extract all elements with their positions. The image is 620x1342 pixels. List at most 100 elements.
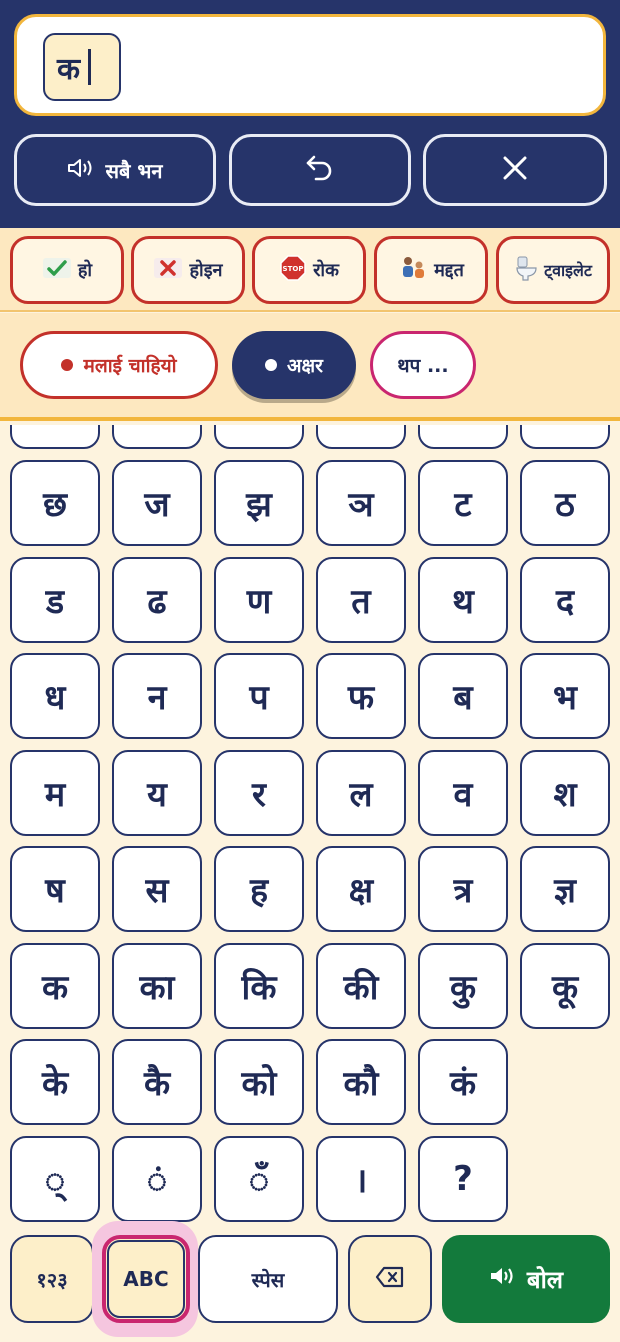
quick-phrase-help[interactable]: मद्दत (374, 236, 488, 304)
letter-key-label: का (139, 968, 175, 1008)
letter-key[interactable]: छ (10, 460, 100, 546)
letter-key[interactable] (214, 425, 304, 449)
letter-key-label: ण (246, 582, 272, 622)
letter-key[interactable]: फ (316, 653, 406, 739)
letter-key-label: ल (349, 775, 373, 815)
letter-key-label: ध (44, 678, 66, 718)
letter-key-label: । (354, 1161, 368, 1201)
quick-phrase-no[interactable]: होइन (131, 236, 245, 304)
letter-key-label: ज्ञ (554, 871, 576, 911)
clear-button[interactable] (423, 134, 607, 206)
speak-button[interactable]: बोल (442, 1235, 610, 1323)
letter-key[interactable]: कि (214, 943, 304, 1029)
letter-key[interactable]: ठ (520, 460, 610, 546)
speaker-icon (67, 157, 97, 184)
letter-key[interactable]: ह (214, 846, 304, 932)
letter-key[interactable]: कं (418, 1039, 508, 1125)
space-button[interactable]: स्पेस (198, 1235, 338, 1323)
letter-key[interactable]: य (112, 750, 202, 836)
message-token[interactable]: क (43, 33, 121, 101)
letter-key-label: स (145, 871, 169, 911)
letter-key[interactable]: ट (418, 460, 508, 546)
backspace-button[interactable] (348, 1235, 432, 1323)
speaker-icon (489, 1265, 517, 1293)
letter-key[interactable]: क (10, 943, 100, 1029)
letter-key[interactable]: द (520, 557, 610, 643)
letter-key-label: त (351, 582, 371, 622)
quick-phrase-toilet[interactable]: ट्वाइलेट (496, 236, 610, 304)
speak-all-button[interactable]: सबै भन (14, 134, 216, 206)
letter-key[interactable]: प (214, 653, 304, 739)
letter-key-label: ढ (147, 582, 167, 622)
letter-key[interactable]: न (112, 653, 202, 739)
quick-phrase-yes[interactable]: हो (10, 236, 124, 304)
letter-key[interactable]: ञ (316, 460, 406, 546)
letter-key[interactable]: थ (418, 557, 508, 643)
letter-key[interactable]: क्ष (316, 846, 406, 932)
letter-key[interactable]: ण (214, 557, 304, 643)
letter-key-label: र (252, 775, 266, 815)
letter-key[interactable]: की (316, 943, 406, 1029)
category-letters[interactable]: अक्षर (232, 331, 356, 399)
letter-key-label: कै (143, 1064, 171, 1104)
letter-key[interactable] (112, 425, 202, 449)
speak-all-label: सबै भन (105, 158, 163, 183)
message-bar[interactable]: क (14, 14, 606, 116)
letter-key[interactable] (520, 425, 610, 449)
letter-key-label: ् (44, 1161, 66, 1201)
letter-key[interactable]: म (10, 750, 100, 836)
bottom-bar: १२३ ABC स्पेस बोल (0, 1221, 620, 1342)
letter-key[interactable] (10, 425, 100, 449)
letter-key[interactable]: कै (112, 1039, 202, 1125)
letter-key[interactable]: स (112, 846, 202, 932)
check-icon (42, 256, 72, 285)
letter-key[interactable]: का (112, 943, 202, 1029)
letter-key-label: ड (45, 582, 65, 622)
letter-key-label: म (44, 775, 66, 815)
category-row: मलाई चाहियो अक्षर थप ... (0, 313, 620, 421)
numbers-button[interactable]: १२३ (10, 1235, 94, 1323)
letter-key[interactable]: र (214, 750, 304, 836)
letter-key[interactable]: ज (112, 460, 202, 546)
letter-key[interactable]: ड (10, 557, 100, 643)
letter-key[interactable]: ज्ञ (520, 846, 610, 932)
letter-key[interactable]: ब (418, 653, 508, 739)
abc-button[interactable]: ABC (102, 1235, 190, 1323)
category-more[interactable]: थप ... (370, 331, 476, 399)
undo-button[interactable] (229, 134, 411, 206)
letter-key[interactable]: ? (418, 1136, 508, 1222)
letter-key-label: झ (246, 485, 272, 525)
letter-key[interactable]: ं (112, 1136, 202, 1222)
letter-key[interactable]: के (10, 1039, 100, 1125)
category-want[interactable]: मलाई चाहियो (20, 331, 218, 399)
letter-key[interactable]: ल (316, 750, 406, 836)
letter-key[interactable] (316, 425, 406, 449)
letter-key[interactable]: कौ (316, 1039, 406, 1125)
letter-key[interactable]: व (418, 750, 508, 836)
letter-key[interactable]: झ (214, 460, 304, 546)
letter-key[interactable]: त्र (418, 846, 508, 932)
backspace-icon (375, 1266, 405, 1292)
letter-key[interactable]: ष (10, 846, 100, 932)
letter-key[interactable]: ध (10, 653, 100, 739)
letter-key-label: ह (249, 871, 269, 911)
letter-key[interactable]: ् (10, 1136, 100, 1222)
svg-text:STOP: STOP (283, 265, 304, 273)
letter-key-label: को (241, 1064, 277, 1104)
letter-key[interactable]: ँ (214, 1136, 304, 1222)
letter-key[interactable]: कु (418, 943, 508, 1029)
letter-key[interactable]: भ (520, 653, 610, 739)
help-people-icon (398, 254, 428, 287)
letter-key[interactable]: ढ (112, 557, 202, 643)
letter-key[interactable]: को (214, 1039, 304, 1125)
letter-key[interactable] (418, 425, 508, 449)
letter-key[interactable]: श (520, 750, 610, 836)
letter-key[interactable]: त (316, 557, 406, 643)
letter-key-label: ज (144, 485, 170, 525)
letter-key[interactable]: कू (520, 943, 610, 1029)
letter-key[interactable]: । (316, 1136, 406, 1222)
letter-keyboard: छ ज झ ञ ट ठ ड ढ ण त थ द ध न प फ ब भ म य र ल व श ष स ह क्ष त्र ज्ञ क का क… (0, 425, 620, 1231)
quick-phrase-stop[interactable]: STOP रोक (252, 236, 366, 304)
letter-key-label: ? (453, 1159, 473, 1199)
letter-key-label: कु (449, 968, 477, 1008)
